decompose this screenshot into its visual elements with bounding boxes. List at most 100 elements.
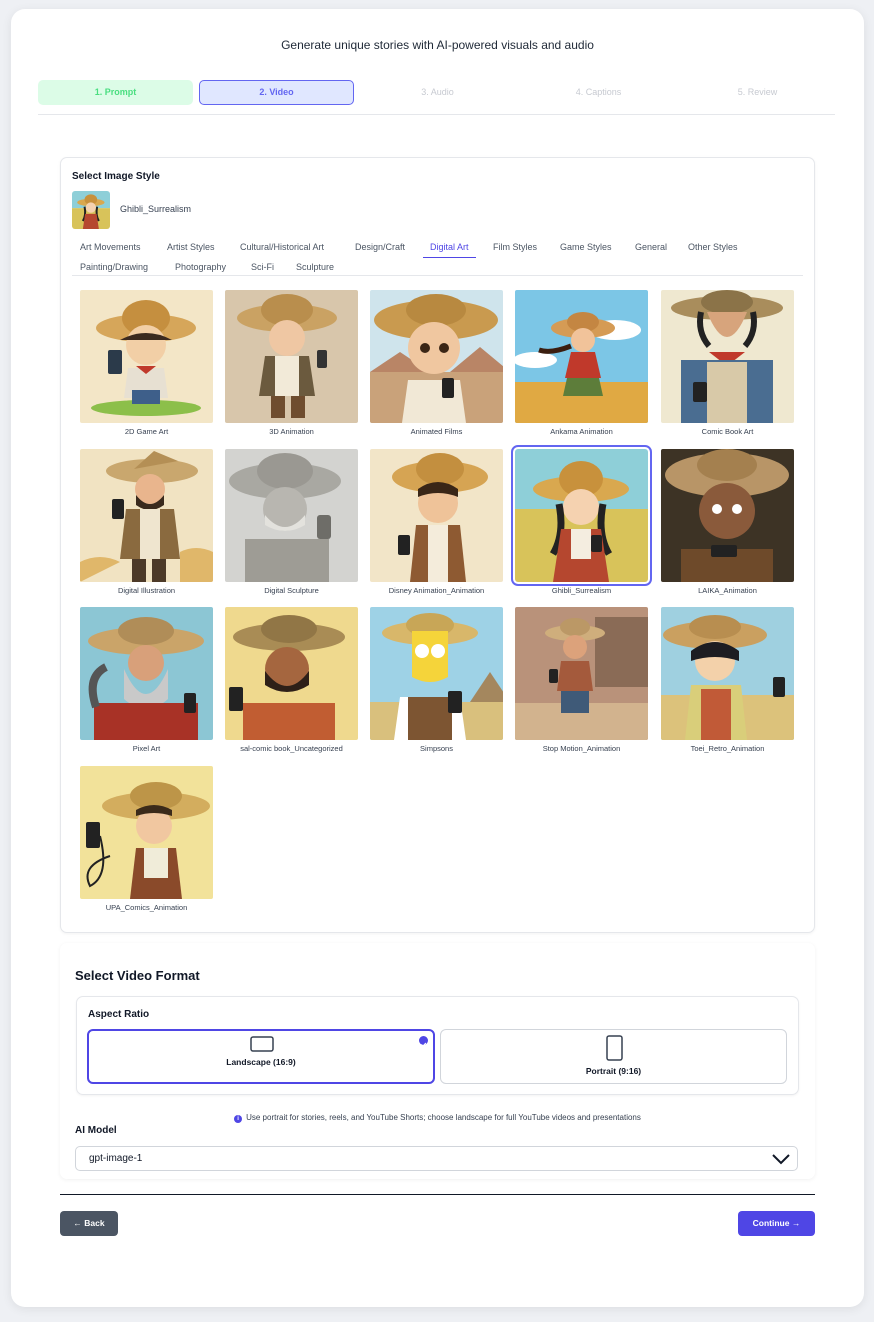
arrow-left-icon: ←: [73, 1218, 82, 1228]
style-option-label: Stop Motion_Animation: [542, 744, 621, 753]
style-preview-image: [370, 607, 503, 740]
style-option-laika-animation[interactable]: LAIKA_Animation: [661, 449, 794, 595]
style-option-digital-sculpture[interactable]: Digital Sculpture: [225, 449, 358, 595]
style-preview-image: [80, 766, 213, 899]
tab-sci-fi[interactable]: Sci-Fi: [251, 260, 274, 278]
aspect-ratio-label: Aspect Ratio: [88, 1009, 150, 1020]
style-preview-image: [225, 607, 358, 740]
style-option-comic-book-art[interactable]: Comic Book Art: [661, 290, 794, 436]
info-icon: i: [234, 1115, 243, 1123]
style-option-label: Toei_Retro_Animation: [690, 744, 765, 753]
style-category-tabs: Art Movements Artist Styles Cultural/His…: [72, 238, 803, 276]
ai-model-label: AI Model: [75, 1125, 117, 1136]
steps-divider: [38, 114, 835, 115]
style-option-label: Ankama Animation: [550, 427, 613, 436]
step-video[interactable]: 2. Video: [199, 80, 354, 105]
tab-game-styles[interactable]: Game Styles: [560, 240, 612, 258]
landscape-icon: [250, 1036, 274, 1052]
video-format-card: Select Video Format Aspect Ratio Landsca…: [60, 943, 815, 1179]
style-preview-image: [661, 290, 794, 423]
video-format-title: Select Video Format: [75, 968, 200, 983]
style-preview-image: [80, 607, 213, 740]
hint-text: Use portrait for stories, reels, and You…: [246, 1113, 641, 1122]
style-option-label: sal-comic book_Uncategorized: [240, 744, 343, 753]
step-prompt[interactable]: 1. Prompt: [38, 80, 193, 105]
tab-sculpture[interactable]: Sculpture: [296, 260, 334, 278]
style-option-label: Digital Sculpture: [264, 586, 319, 595]
style-preview-image: [661, 607, 794, 740]
style-preview-image: [370, 290, 503, 423]
portrait-icon: [606, 1035, 623, 1061]
style-option-upa-comics[interactable]: UPA_Comics_Animation: [80, 766, 213, 912]
selected-style-thumbnail: [72, 191, 110, 229]
step-progress: 1. Prompt 2. Video 3. Audio 4. Captions …: [38, 80, 835, 115]
style-option-label: Pixel Art: [132, 744, 161, 753]
tab-artist-styles[interactable]: Artist Styles: [167, 240, 215, 258]
back-button[interactable]: ← Back: [60, 1211, 118, 1236]
back-button-label: Back: [84, 1218, 105, 1228]
step-captions: 4. Captions: [575, 87, 622, 97]
step-review: 5. Review: [737, 87, 778, 97]
portrait-option[interactable]: Portrait (9:16): [440, 1029, 787, 1084]
style-option-simpsons[interactable]: Simpsons: [370, 607, 503, 753]
style-option-ghibli-surrealism[interactable]: Ghibli_Surrealism: [511, 445, 652, 595]
ai-model-value: gpt-image-1: [89, 1153, 143, 1164]
style-preview-image: [515, 607, 648, 740]
style-option-label: Digital Illustration: [117, 586, 176, 595]
style-preview-image: [225, 449, 358, 582]
style-option-label: 2D Game Art: [124, 427, 169, 436]
wizard-container: Generate unique stories with AI-powered …: [11, 9, 864, 1307]
arrow-right-icon: →: [791, 1218, 801, 1228]
continue-button[interactable]: Continue →: [738, 1211, 815, 1236]
tab-art-movements[interactable]: Art Movements: [80, 240, 141, 258]
style-option-label: LAIKA_Animation: [698, 586, 757, 595]
style-option-label: Comic Book Art: [701, 427, 754, 436]
image-style-title: Select Image Style: [72, 171, 160, 182]
style-option-label: Simpsons: [420, 744, 453, 753]
tab-photography[interactable]: Photography: [175, 260, 226, 278]
style-option-stop-motion[interactable]: Stop Motion_Animation: [515, 607, 648, 753]
tab-cultural-historical-art[interactable]: Cultural/Historical Art: [240, 240, 324, 258]
tab-other-styles[interactable]: Other Styles: [688, 240, 738, 258]
selected-style-name: Ghibli_Surrealism: [120, 204, 192, 214]
image-style-card: Select Image Style Ghibli_Surrealism Art…: [60, 157, 815, 933]
style-option-2d-game-art[interactable]: 2D Game Art: [80, 290, 213, 436]
style-preview-image: [225, 290, 358, 423]
continue-button-label: Continue: [752, 1218, 790, 1228]
style-preview-image: [511, 445, 652, 586]
style-option-3d-animation[interactable]: 3D Animation: [225, 290, 358, 436]
page-subtitle: Generate unique stories with AI-powered …: [281, 38, 594, 52]
style-preview-image: [80, 449, 213, 582]
style-preview-image: [80, 290, 213, 423]
style-option-toei-retro[interactable]: Toei_Retro_Animation: [661, 607, 794, 753]
style-option-animated-films[interactable]: Animated Films: [370, 290, 503, 436]
tab-film-styles[interactable]: Film Styles: [493, 240, 537, 258]
style-option-ankama-animation[interactable]: Ankama Animation: [515, 290, 648, 436]
tab-painting-drawing[interactable]: Painting/Drawing: [80, 260, 148, 278]
chevron-down-icon: [772, 1154, 790, 1165]
style-option-disney-animation[interactable]: Disney Animation_Animation: [370, 449, 503, 595]
tab-digital-art[interactable]: Digital Art: [423, 240, 476, 258]
style-option-label: Animated Films: [410, 427, 463, 436]
style-option-label: UPA_Comics_Animation: [105, 903, 188, 912]
style-preview-image: [370, 449, 503, 582]
portrait-label: Portrait (9:16): [585, 1066, 642, 1076]
tab-general[interactable]: General: [635, 240, 667, 258]
style-preview-image: [515, 290, 648, 423]
step-audio: 3. Audio: [421, 87, 454, 97]
style-option-label: Disney Animation_Animation: [388, 586, 485, 595]
ai-model-select[interactable]: gpt-image-1: [75, 1146, 798, 1171]
footer-divider: [60, 1194, 815, 1195]
aspect-ratio-hint: i Use portrait for stories, reels, and Yo…: [60, 1113, 815, 1123]
landscape-label: Landscape (16:9): [226, 1057, 296, 1067]
style-option-pixel-art[interactable]: Pixel Art: [80, 607, 213, 753]
style-preview-image: [661, 449, 794, 582]
landscape-option[interactable]: Landscape (16:9): [87, 1029, 435, 1084]
tab-design-craft[interactable]: Design/Craft: [355, 240, 405, 258]
style-option-sal-comic-book[interactable]: sal-comic book_Uncategorized: [225, 607, 358, 753]
style-option-label: 3D Animation: [269, 427, 314, 436]
style-option-label: Ghibli_Surrealism: [551, 586, 612, 595]
style-option-digital-illustration[interactable]: Digital Illustration: [80, 449, 213, 595]
selected-check-icon: [419, 1036, 428, 1048]
aspect-ratio-group: Aspect Ratio Landscape (16:9) Portrait (…: [76, 996, 799, 1095]
